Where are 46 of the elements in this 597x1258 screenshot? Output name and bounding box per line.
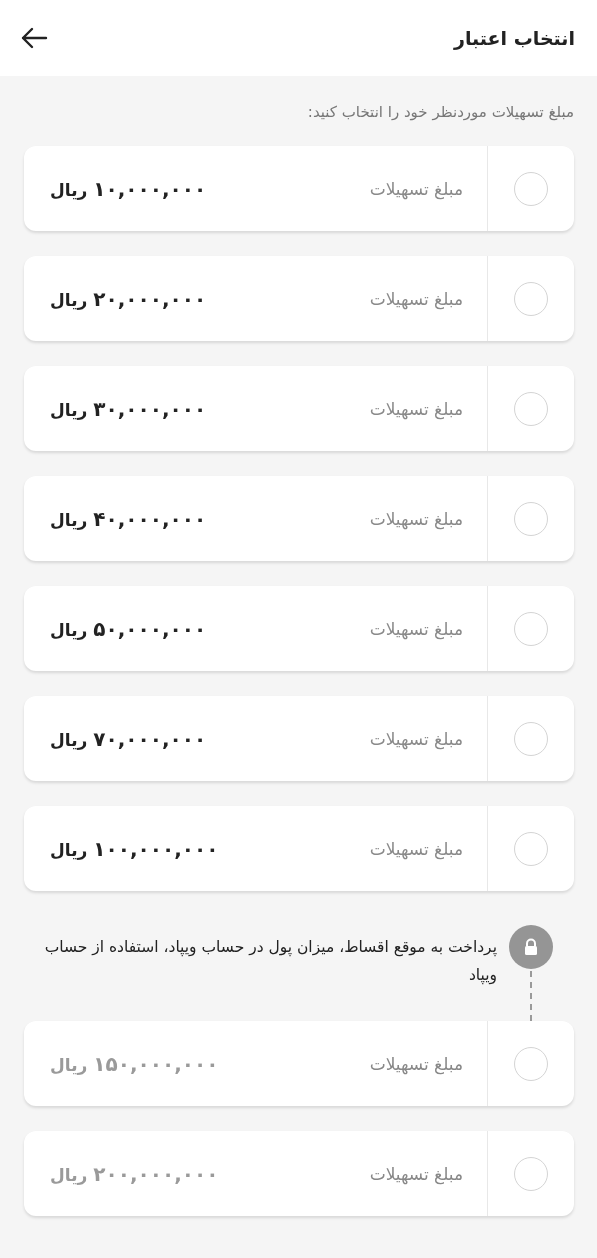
radio-button[interactable] — [514, 831, 548, 866]
option-card[interactable]: مبلغ تسهیلات ۱۰,۰۰۰,۰۰۰ ریال — [24, 146, 574, 231]
currency-unit: ریال — [50, 729, 88, 750]
option-card[interactable]: مبلغ تسهیلات ۳۰,۰۰۰,۰۰۰ ریال — [24, 366, 574, 451]
amount: ۱۵۰,۰۰۰,۰۰۰ — [93, 1051, 219, 1076]
option-card[interactable]: مبلغ تسهیلات ۵۰,۰۰۰,۰۰۰ ریال — [24, 586, 574, 671]
option-label: مبلغ تسهیلات — [369, 838, 463, 859]
amount: ۲۰۰,۰۰۰,۰۰۰ — [93, 1161, 219, 1186]
currency-unit: ریال — [50, 179, 88, 200]
option-card[interactable]: مبلغ تسهیلات ۲۰,۰۰۰,۰۰۰ ریال — [24, 256, 574, 341]
lock-icon — [509, 925, 553, 969]
option-card[interactable]: مبلغ تسهیلات ۱۰۰,۰۰۰,۰۰۰ ریال — [24, 806, 574, 891]
radio-button[interactable] — [514, 611, 548, 646]
option-card[interactable]: مبلغ تسهیلات ۴۰,۰۰۰,۰۰۰ ریال — [24, 476, 574, 561]
unlock-requirements-text: پرداخت به موقع اقساط، میزان پول در حساب ویپاد، استفاده از حساب ویپاد — [43, 937, 497, 987]
option-card[interactable]: مبلغ تسهیلات ۷۰,۰۰۰,۰۰۰ ریال — [24, 696, 574, 781]
page-title: انتخاب اعتبار — [454, 27, 575, 49]
currency-unit: ریال — [50, 1164, 88, 1185]
amount: ۴۰,۰۰۰,۰۰۰ — [93, 506, 207, 531]
option-label: مبلغ تسهیلات — [369, 178, 463, 199]
amount: ۱۰۰,۰۰۰,۰۰۰ — [93, 836, 219, 861]
amount: ۷۰,۰۰۰,۰۰۰ — [93, 726, 207, 751]
option-label: مبلغ تسهیلات — [369, 398, 463, 419]
radio-button[interactable] — [514, 281, 548, 316]
radio-button[interactable] — [514, 171, 548, 206]
amount: ۲۰,۰۰۰,۰۰۰ — [93, 286, 207, 311]
currency-unit: ریال — [50, 1054, 88, 1075]
currency-unit: ریال — [50, 509, 88, 530]
option-label: مبلغ تسهیلات — [369, 1053, 463, 1074]
amount: ۱۰,۰۰۰,۰۰۰ — [93, 176, 207, 201]
amount: ۵۰,۰۰۰,۰۰۰ — [93, 616, 207, 641]
instruction-text: مبلغ تسهیلات موردنظر خود را انتخاب کنید: — [306, 102, 575, 123]
option-label: مبلغ تسهیلات — [369, 618, 463, 639]
option-label: مبلغ تسهیلات — [369, 288, 463, 309]
currency-unit: ریال — [50, 619, 88, 640]
radio-button[interactable] — [514, 721, 548, 756]
currency-unit: ریال — [50, 839, 88, 860]
currency-unit: ریال — [50, 399, 88, 420]
option-label: مبلغ تسهیلات — [369, 508, 463, 529]
currency-unit: ریال — [50, 289, 88, 310]
amount: ۳۰,۰۰۰,۰۰۰ — [93, 396, 207, 421]
option-label: مبلغ تسهیلات — [369, 1163, 463, 1184]
back-button[interactable] — [20, 26, 48, 50]
radio-button[interactable] — [514, 501, 548, 536]
radio-button[interactable] — [514, 391, 548, 426]
option-label: مبلغ تسهیلات — [369, 728, 463, 749]
